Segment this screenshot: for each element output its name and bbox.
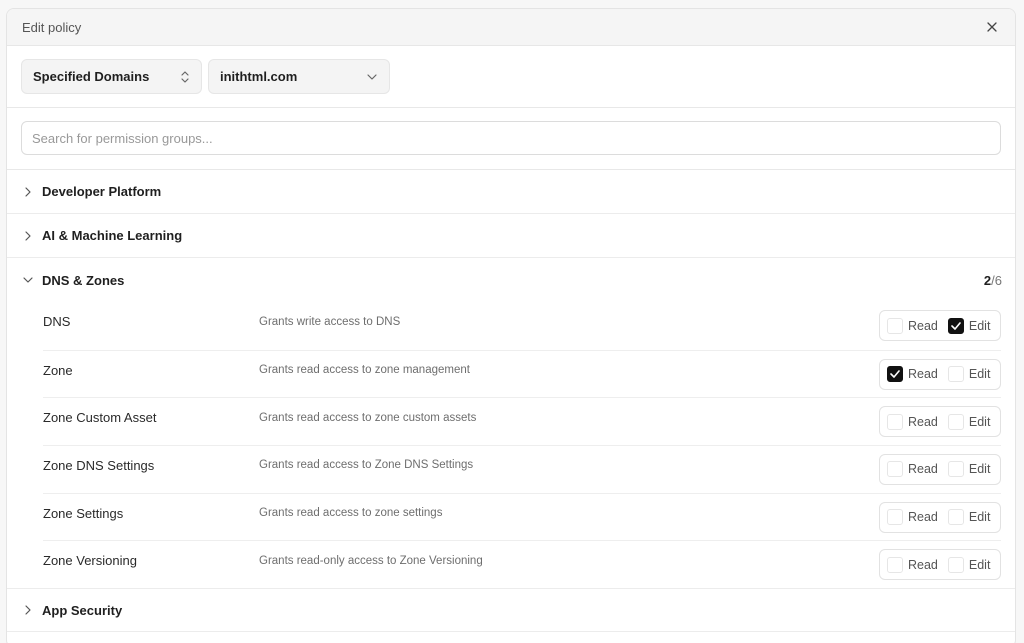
- group-dns-zones[interactable]: DNS & Zones 2/6: [7, 258, 1015, 302]
- permission-name: Zone Custom Asset: [43, 410, 157, 426]
- read-option[interactable]: Read: [887, 317, 938, 334]
- chevron-right-icon: [22, 604, 34, 616]
- permission-name: Zone Versioning: [43, 553, 137, 569]
- permission-name: Zone DNS Settings: [43, 457, 155, 473]
- edit-policy-dialog: Edit policy Specified Domains inithtml.c…: [6, 8, 1016, 643]
- access-toggle: Read Edit: [879, 358, 1001, 390]
- permission-description: Grants read access to Zone DNS Settings: [259, 459, 474, 472]
- permission-row: Zone DNS Settings Grants read access to …: [43, 445, 1001, 493]
- permission-description: Grants write access to DNS: [259, 315, 401, 328]
- permission-description: Grants read access to zone management: [259, 364, 470, 377]
- access-toggle: Read Edit: [879, 406, 1001, 438]
- close-icon: [987, 22, 997, 32]
- access-toggle: Read Edit: [879, 310, 1001, 342]
- chevron-right-icon: [22, 230, 34, 242]
- domain-select[interactable]: inithtml.com: [208, 59, 390, 94]
- edit-checkbox[interactable]: [947, 317, 964, 334]
- permission-row: Zone Grants read access to zone manageme…: [43, 349, 1001, 398]
- read-option[interactable]: Read: [887, 556, 938, 573]
- permission-row: Zone Versioning Grants read-only access …: [43, 540, 1001, 588]
- read-checkbox[interactable]: [887, 509, 903, 526]
- group-ai-machine-learning[interactable]: AI & Machine Learning: [7, 214, 1015, 258]
- read-checkbox[interactable]: [887, 366, 903, 383]
- group-label: Developer Platform: [42, 184, 162, 199]
- permission-row: Zone Custom Asset Grants read access to …: [43, 397, 1001, 445]
- read-checkbox[interactable]: [887, 317, 903, 334]
- read-option[interactable]: Read: [887, 509, 938, 526]
- permission-list: DNS Grants write access to DNS Read Edit…: [7, 302, 1015, 588]
- search-input[interactable]: [21, 121, 1001, 155]
- group-label: DNS & Zones: [42, 272, 125, 288]
- group-label: App Security: [42, 602, 123, 618]
- access-toggle: Read Edit: [879, 501, 1001, 533]
- read-option[interactable]: Read: [887, 413, 938, 430]
- permission-description: Grants read-only access to Zone Versioni…: [259, 554, 483, 567]
- edit-checkbox[interactable]: [947, 461, 964, 478]
- chevron-down-icon: [22, 274, 34, 286]
- read-checkbox[interactable]: [887, 461, 903, 478]
- permission-name: Zone Settings: [43, 505, 124, 521]
- read-option[interactable]: Read: [887, 366, 938, 383]
- edit-option[interactable]: Edit: [947, 317, 990, 334]
- edit-checkbox[interactable]: [947, 413, 964, 430]
- selected-count: 2/6: [983, 272, 1002, 288]
- read-option[interactable]: Read: [887, 461, 938, 478]
- edit-option[interactable]: Edit: [947, 366, 990, 383]
- close-button[interactable]: [983, 18, 1001, 36]
- group-label: AI & Machine Learning: [42, 228, 183, 243]
- check-icon: [951, 322, 961, 330]
- read-checkbox[interactable]: [887, 413, 903, 430]
- edit-option[interactable]: Edit: [947, 461, 990, 478]
- group-app-security[interactable]: App Security: [7, 588, 1015, 633]
- edit-option[interactable]: Edit: [947, 509, 990, 526]
- check-icon: [890, 370, 900, 378]
- edit-checkbox[interactable]: [947, 509, 964, 526]
- search-bar: [7, 108, 1015, 170]
- edit-option[interactable]: Edit: [947, 556, 990, 573]
- edit-checkbox[interactable]: [947, 366, 964, 383]
- group-developer-platform[interactable]: Developer Platform: [7, 170, 1015, 214]
- dialog-title: Edit policy: [22, 19, 82, 35]
- chevron-up-down-icon: [181, 70, 189, 83]
- dialog-header: Edit policy: [7, 9, 1015, 46]
- domain-select-value: inithtml.com: [220, 69, 298, 84]
- permission-name: DNS: [43, 314, 71, 330]
- chevron-right-icon: [22, 186, 34, 198]
- permission-name: Zone: [43, 362, 73, 378]
- access-toggle: Read Edit: [879, 453, 1001, 485]
- permission-description: Grants read access to zone custom assets: [259, 411, 477, 424]
- read-checkbox[interactable]: [887, 556, 903, 573]
- permission-row: DNS Grants write access to DNS Read Edit: [43, 302, 1001, 350]
- scope-select-value: Specified Domains: [33, 69, 150, 84]
- permission-description: Grants read access to zone settings: [259, 507, 443, 520]
- edit-checkbox[interactable]: [947, 556, 964, 573]
- filter-bar: Specified Domains inithtml.com: [7, 46, 1015, 108]
- scope-select[interactable]: Specified Domains: [21, 59, 202, 94]
- chevron-down-icon: [367, 73, 377, 80]
- permission-row: Zone Settings Grants read access to zone…: [43, 492, 1001, 541]
- edit-option[interactable]: Edit: [947, 413, 990, 430]
- access-toggle: Read Edit: [879, 549, 1001, 581]
